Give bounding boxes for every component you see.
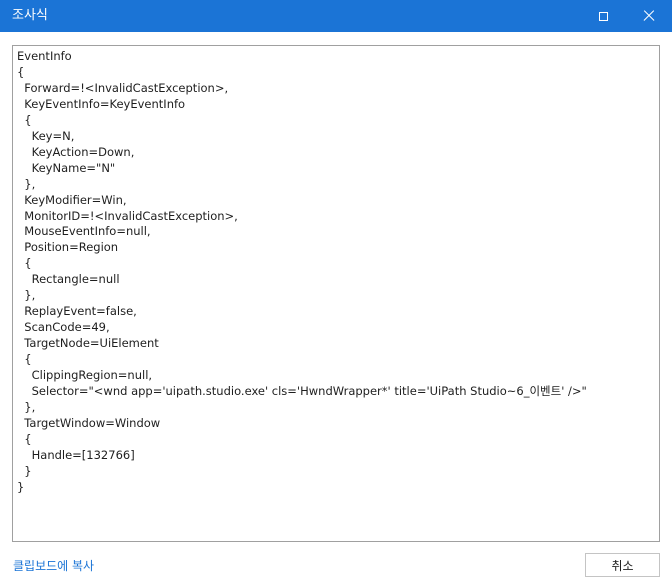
window-title: 조사식 (12, 8, 48, 23)
maximize-icon (598, 11, 608, 21)
title-bar: 조사식 (0, 0, 672, 32)
cancel-button[interactable]: 취소 (585, 553, 660, 577)
expression-value-textbox[interactable]: EventInfo { Forward=!<InvalidCastExcepti… (12, 45, 660, 542)
maximize-button[interactable] (580, 0, 626, 32)
copy-to-clipboard-link[interactable]: 클립보드에 복사 (13, 558, 94, 574)
cancel-button-label: 취소 (611, 558, 634, 573)
close-button[interactable] (626, 0, 672, 32)
expression-value-text: EventInfo { Forward=!<InvalidCastExcepti… (17, 49, 587, 494)
close-icon (643, 10, 655, 22)
